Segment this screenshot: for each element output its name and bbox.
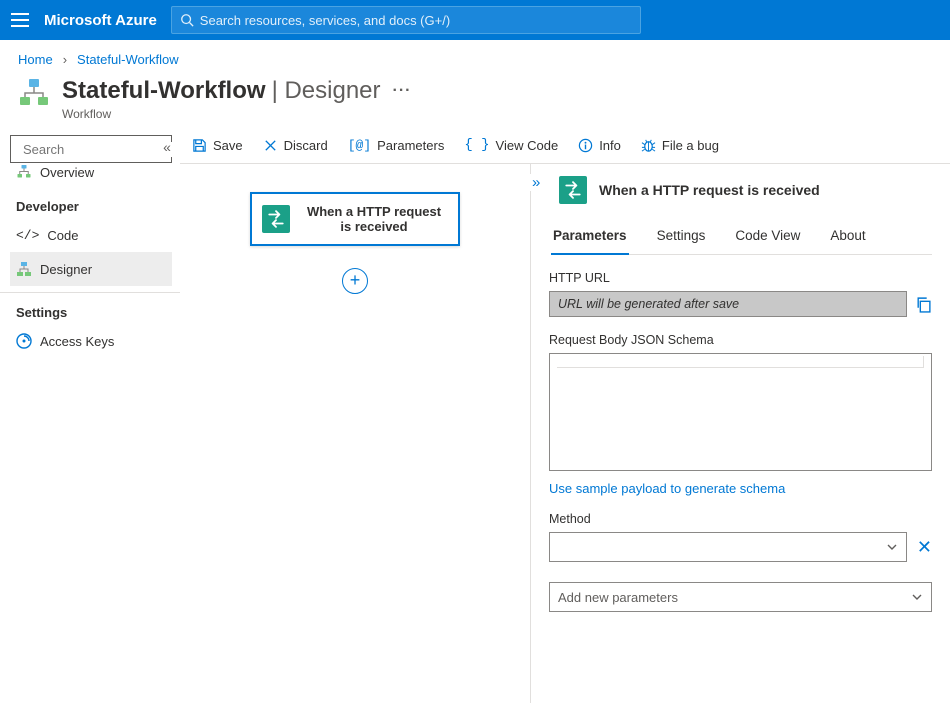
brand-label: Microsoft Azure bbox=[44, 12, 157, 29]
breadcrumb: Home › Stateful-Workflow bbox=[0, 40, 950, 73]
breadcrumb-current[interactable]: Stateful-Workflow bbox=[77, 52, 179, 67]
designer-icon bbox=[16, 261, 32, 277]
info-button[interactable]: Info bbox=[578, 138, 621, 153]
trigger-card-http-request[interactable]: When a HTTP request is received bbox=[250, 192, 460, 246]
chevron-right-icon: › bbox=[63, 52, 67, 67]
sidebar-item-code[interactable]: </> Code bbox=[10, 218, 172, 252]
save-icon bbox=[192, 138, 207, 153]
discard-button[interactable]: Discard bbox=[263, 138, 328, 153]
access-keys-icon bbox=[16, 333, 32, 349]
collapse-panel-button[interactable]: » bbox=[529, 174, 543, 191]
search-icon bbox=[180, 13, 194, 27]
more-actions-button[interactable]: ··· bbox=[393, 82, 412, 100]
menu-icon[interactable] bbox=[10, 10, 30, 30]
panel-tabs: Parameters Settings Code View About bbox=[551, 228, 932, 255]
save-button[interactable]: Save bbox=[192, 138, 243, 153]
tab-about[interactable]: About bbox=[828, 228, 867, 254]
add-step-button[interactable]: + bbox=[342, 268, 368, 294]
workflow-icon bbox=[18, 77, 50, 109]
chevron-down-icon bbox=[911, 591, 923, 603]
sidebar-item-designer[interactable]: Designer bbox=[10, 252, 172, 286]
http-trigger-icon bbox=[559, 176, 587, 204]
clear-method-button[interactable]: ✕ bbox=[917, 537, 932, 558]
details-panel: » When a HTTP request is received Parame… bbox=[530, 163, 950, 703]
designer-toolbar: Save Discard [@] Parameters { } View Cod… bbox=[180, 131, 950, 163]
schema-label: Request Body JSON Schema bbox=[549, 333, 932, 347]
braces-icon: { } bbox=[464, 137, 489, 153]
http-url-field: URL will be generated after save bbox=[549, 291, 907, 317]
file-bug-button[interactable]: File a bug bbox=[641, 138, 719, 153]
method-label: Method bbox=[549, 512, 932, 526]
info-icon bbox=[578, 138, 593, 153]
global-search-input[interactable] bbox=[200, 13, 632, 28]
parameters-button[interactable]: [@] Parameters bbox=[348, 138, 445, 153]
view-code-button[interactable]: { } View Code bbox=[464, 137, 558, 153]
tab-settings[interactable]: Settings bbox=[655, 228, 708, 254]
parameters-icon: [@] bbox=[348, 138, 371, 153]
divider bbox=[0, 292, 180, 293]
copy-url-button[interactable] bbox=[915, 296, 932, 313]
page-header: Stateful-Workflow | Designer ··· Workflo… bbox=[0, 73, 950, 131]
method-select[interactable] bbox=[549, 532, 907, 562]
chevron-down-icon bbox=[886, 541, 898, 553]
panel-header: When a HTTP request is received bbox=[559, 176, 932, 204]
sidebar-section-settings: Settings bbox=[10, 295, 172, 324]
code-icon: </> bbox=[16, 228, 39, 243]
bug-icon bbox=[641, 138, 656, 153]
global-search[interactable] bbox=[171, 6, 641, 34]
page-subtitle: Workflow bbox=[62, 107, 412, 121]
sidebar-item-access-keys[interactable]: Access Keys bbox=[10, 324, 172, 358]
tab-code-view[interactable]: Code View bbox=[733, 228, 802, 254]
add-parameters-select[interactable]: Add new parameters bbox=[549, 582, 932, 612]
trigger-card-label: When a HTTP request is received bbox=[300, 204, 448, 234]
overview-icon bbox=[16, 164, 32, 180]
sidebar: « Overview Developer </> Code Designer S… bbox=[0, 131, 180, 703]
sidebar-search-input[interactable] bbox=[23, 142, 199, 157]
http-trigger-icon bbox=[262, 205, 290, 233]
designer-canvas[interactable]: When a HTTP request is received + bbox=[180, 163, 530, 703]
panel-title: When a HTTP request is received bbox=[599, 182, 820, 198]
tab-parameters[interactable]: Parameters bbox=[551, 228, 629, 255]
use-sample-payload-link[interactable]: Use sample payload to generate schema bbox=[549, 481, 785, 496]
discard-icon bbox=[263, 138, 278, 153]
azure-topbar: Microsoft Azure bbox=[0, 0, 950, 40]
breadcrumb-home[interactable]: Home bbox=[18, 52, 53, 67]
sidebar-section-developer: Developer bbox=[10, 189, 172, 218]
http-url-label: HTTP URL bbox=[549, 271, 932, 285]
sidebar-item-overview[interactable]: Overview bbox=[10, 155, 172, 189]
page-title: Stateful-Workflow | Designer ··· bbox=[62, 77, 412, 105]
schema-textarea[interactable] bbox=[549, 353, 932, 471]
